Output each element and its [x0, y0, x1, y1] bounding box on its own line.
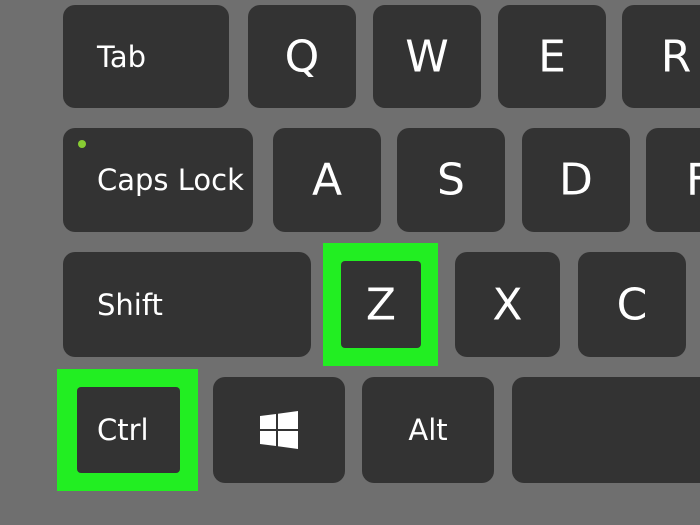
w-key-label: W — [405, 31, 449, 82]
e-key[interactable]: E — [498, 5, 606, 108]
x-key[interactable]: X — [455, 252, 560, 357]
d-key[interactable]: D — [522, 128, 630, 232]
alt-key[interactable]: Alt — [362, 377, 494, 483]
caps-lock-key-label: Caps Lock — [97, 163, 244, 197]
windows-logo-icon — [260, 411, 298, 449]
f-key-label: F — [686, 154, 700, 206]
caps-lock-indicator-light — [78, 140, 86, 148]
a-key[interactable]: A — [273, 128, 381, 232]
tab-key-label: Tab — [97, 39, 147, 74]
windows-key[interactable] — [213, 377, 345, 483]
d-key-label: D — [559, 154, 593, 206]
alt-key-label: Alt — [408, 413, 448, 447]
z-key-label: Z — [365, 279, 397, 330]
q-key-label: Q — [284, 31, 320, 82]
s-key-label: S — [437, 154, 465, 206]
keyboard: Tab Q W E R Caps Lock A S D F Shift Z X … — [0, 0, 700, 525]
shift-key-label: Shift — [97, 287, 163, 322]
e-key-label: E — [538, 31, 566, 82]
z-key[interactable]: Z — [341, 261, 421, 348]
f-key[interactable]: F — [646, 128, 700, 232]
tab-key[interactable]: Tab — [63, 5, 229, 108]
r-key[interactable]: R — [622, 5, 700, 108]
a-key-label: A — [311, 154, 343, 206]
q-key[interactable]: Q — [248, 5, 356, 108]
c-key[interactable]: C — [578, 252, 686, 357]
caps-lock-key[interactable]: Caps Lock — [63, 128, 253, 232]
ctrl-key[interactable]: Ctrl — [77, 387, 180, 473]
c-key-label: C — [616, 279, 648, 330]
r-key-label: R — [660, 31, 692, 82]
spacebar-key[interactable] — [512, 377, 700, 483]
shift-key[interactable]: Shift — [63, 252, 311, 357]
w-key[interactable]: W — [373, 5, 481, 108]
x-key-label: X — [492, 279, 523, 330]
ctrl-key-label: Ctrl — [97, 413, 149, 447]
s-key[interactable]: S — [397, 128, 505, 232]
